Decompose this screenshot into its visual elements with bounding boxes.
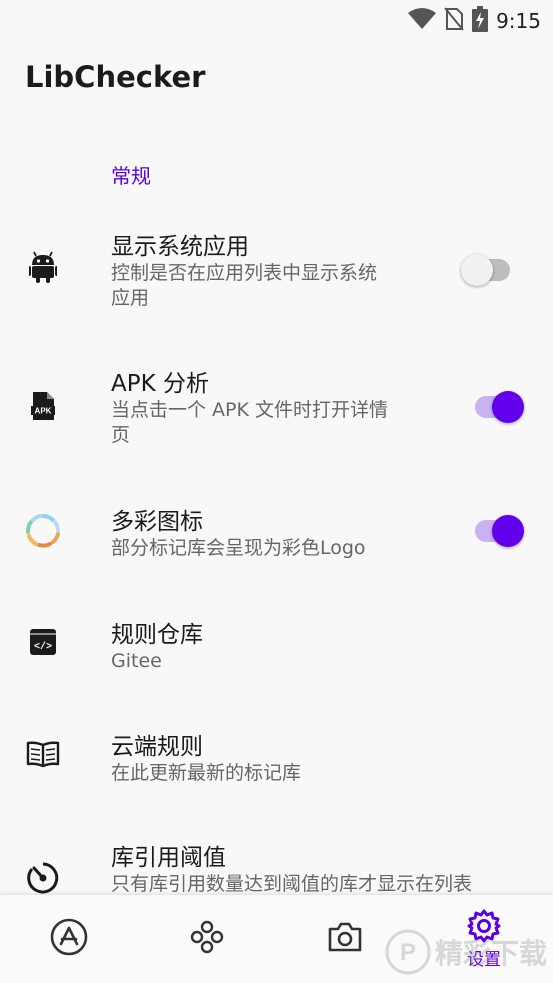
pref-show-system-apps[interactable]: 显示系统应用 控制是否在应用列表中显示系统 应用 — [0, 215, 553, 333]
summary-line: 只有库引用数量达到阈值的库才显示在列表 — [111, 873, 473, 895]
book-icon — [24, 735, 62, 773]
app-store-icon — [50, 918, 88, 960]
colorful-icons-switch[interactable] — [472, 514, 524, 548]
pref-title: 云端规则 — [111, 734, 203, 760]
summary-line: 部分标记库会呈现为彩色Logo — [111, 537, 366, 559]
colorful-ring-icon — [24, 512, 62, 550]
status-time: 9:15 — [496, 9, 541, 33]
pref-rule-repository[interactable]: </> 规则仓库 Gitee — [0, 603, 553, 699]
pref-summary: 部分标记库会呈现为彩色Logo — [111, 536, 366, 561]
apk-analysis-switch[interactable] — [472, 390, 524, 424]
timer-icon — [24, 859, 62, 896]
watermark-text: 精彩下载 — [434, 937, 547, 970]
app-title: LibChecker — [25, 60, 206, 94]
pref-title: 多彩图标 — [111, 509, 203, 535]
pref-title: 规则仓库 — [111, 622, 203, 648]
pref-colorful-icons[interactable]: 多彩图标 部分标记库会呈现为彩色Logo — [0, 490, 553, 586]
battery-charging-icon — [472, 6, 489, 36]
pref-title: 显示系统应用 — [111, 234, 249, 260]
no-sim-icon — [444, 7, 464, 35]
code-repository-icon: </> — [24, 623, 62, 661]
status-bar: 9:15 — [0, 0, 553, 40]
pref-summary: 控制是否在应用列表中显示系统 应用 — [111, 261, 377, 311]
pref-summary: Gitee — [111, 649, 162, 674]
summary-line: 应用 — [111, 287, 150, 309]
summary-line: Gitee — [111, 650, 162, 672]
svg-text:P: P — [400, 939, 416, 966]
pref-cloud-rules[interactable]: 云端规则 在此更新最新的标记库 — [0, 715, 553, 811]
svg-text:</>: </> — [34, 641, 52, 653]
summary-line: 页 — [111, 424, 131, 446]
summary-line: 控制是否在应用列表中显示系统 — [111, 262, 378, 284]
summary-line: 当点击一个 APK 文件时打开详情 — [111, 399, 388, 421]
pref-apk-analysis[interactable]: APK APK 分析 当点击一个 APK 文件时打开详情 页 — [0, 352, 553, 470]
camera-icon — [327, 921, 363, 957]
pref-summary: 当点击一个 APK 文件时打开详情 页 — [111, 398, 388, 448]
summary-line: 在此更新最新的标记库 — [111, 762, 302, 784]
pref-summary: 只有库引用数量达到阈值的库才显示在列表 — [111, 872, 472, 896]
svg-text:APK: APK — [35, 407, 52, 416]
statistics-icon — [189, 919, 225, 959]
bottom-navigation: 设置 P 精彩下载 — [0, 895, 553, 983]
android-icon — [24, 248, 62, 286]
pref-library-reference-threshold[interactable]: 库引用阈值 只有库引用数量达到阈值的库才显示在列表 — [0, 826, 553, 896]
pref-title: 库引用阈值 — [111, 845, 226, 871]
watermark: P 精彩下载 — [385, 929, 547, 975]
show-system-apps-switch[interactable] — [461, 253, 513, 287]
nav-app-list[interactable] — [0, 895, 138, 983]
pref-summary: 在此更新最新的标记库 — [111, 761, 301, 786]
apk-file-icon: APK — [24, 387, 62, 425]
wifi-icon — [408, 8, 437, 34]
section-header: 常规 — [111, 164, 151, 188]
pref-title: APK 分析 — [111, 371, 209, 397]
nav-statistics[interactable] — [138, 895, 276, 983]
